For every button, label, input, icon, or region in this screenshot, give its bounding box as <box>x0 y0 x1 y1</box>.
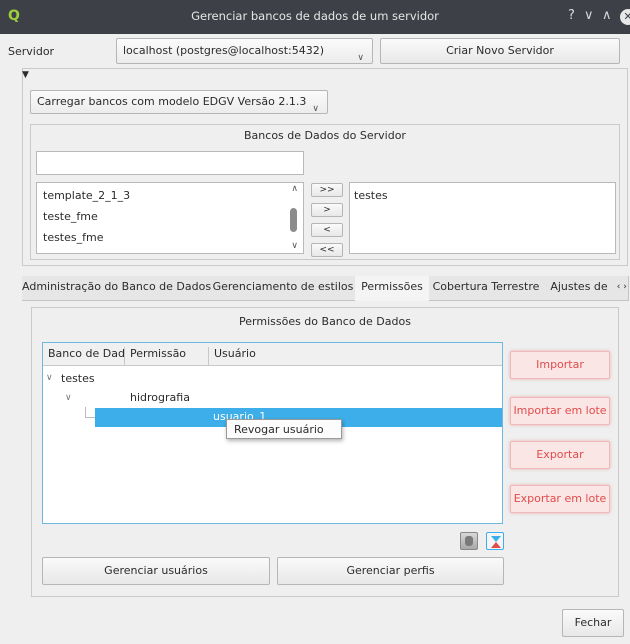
tab-style-management[interactable]: Gerenciamento de estilos <box>211 276 356 301</box>
server-select-value: localhost (postgres@localhost:5432) <box>123 44 325 57</box>
database-icon[interactable] <box>460 532 478 550</box>
create-server-button[interactable]: Criar Novo Servidor <box>380 38 620 64</box>
column-header-user[interactable]: Usuário <box>209 347 256 360</box>
tab-bar: Administração do Banco de Dados Gerencia… <box>22 276 629 301</box>
minimize-icon[interactable]: ∨ <box>584 8 594 24</box>
scroll-down-icon[interactable]: ∨ <box>291 241 298 251</box>
manage-profiles-button[interactable]: Gerenciar perfis <box>277 557 504 585</box>
available-databases-list[interactable]: template_2_1_3 teste_fme testes_fme ∧ ∨ <box>36 182 304 254</box>
server-databases-title: Bancos de Dados do Servidor <box>244 129 406 142</box>
tab-adjustments[interactable]: Ajustes de <box>543 276 616 301</box>
window-title: Gerenciar bancos de dados de um servidor <box>191 9 439 23</box>
scroll-up-icon[interactable]: ∧ <box>291 184 298 194</box>
hourglass-icon[interactable] <box>486 532 504 550</box>
model-select-value: Carregar bancos com modelo EDGV Versão 2… <box>37 95 307 108</box>
selected-databases-list[interactable]: testes <box>349 182 616 254</box>
column-header-permission[interactable]: Permissão <box>125 347 209 365</box>
context-menu: Revogar usuário <box>226 419 342 439</box>
close-window-icon[interactable]: ✕ <box>620 9 630 25</box>
tab-scroll-right-icon[interactable]: › <box>622 276 629 301</box>
server-label: Servidor <box>8 45 55 58</box>
tab-land-cover[interactable]: Cobertura Terrestre <box>429 276 544 301</box>
tree-item-permission[interactable]: hidrografia <box>130 391 190 404</box>
batch-export-button[interactable]: Exportar em lote <box>510 485 610 513</box>
export-button[interactable]: Exportar <box>510 441 610 469</box>
move-right-button[interactable]: > <box>311 203 343 217</box>
expand-arrow-icon[interactable]: ∨ <box>65 393 72 403</box>
list-item[interactable]: testes <box>354 189 388 202</box>
maximize-icon[interactable]: ∧ <box>602 8 612 24</box>
column-header-database[interactable]: Banco de Dad <box>43 347 125 365</box>
close-button[interactable]: Fechar <box>562 609 624 637</box>
scrollbar-thumb[interactable] <box>290 208 297 232</box>
tree-item-database[interactable]: testes <box>61 372 95 385</box>
tab-admin-database[interactable]: Administração do Banco de Dados <box>22 276 212 301</box>
permissions-title: Permissões do Banco de Dados <box>239 315 411 328</box>
revoke-user-menu-item[interactable]: Revogar usuário <box>234 423 324 436</box>
help-icon[interactable]: ? <box>568 8 575 24</box>
move-all-left-button[interactable]: << <box>311 243 343 257</box>
list-item[interactable]: testes_fme <box>43 231 103 244</box>
list-item[interactable]: teste_fme <box>43 210 98 223</box>
batch-import-button[interactable]: Importar em lote <box>510 397 610 425</box>
move-all-right-button[interactable]: >> <box>311 183 343 197</box>
chevron-down-icon: ∨ <box>357 53 364 63</box>
expand-arrow-icon[interactable]: ∨ <box>46 373 53 383</box>
title-bar: Q Gerenciar bancos de dados de um servid… <box>0 0 630 34</box>
manage-users-button[interactable]: Gerenciar usuários <box>42 557 270 585</box>
model-select[interactable]: Carregar bancos com modelo EDGV Versão 2… <box>30 90 328 114</box>
server-select[interactable]: localhost (postgres@localhost:5432) ∨ <box>116 38 373 64</box>
database-filter-input[interactable] <box>36 151 304 175</box>
collapse-arrow-icon[interactable]: ▼ <box>22 70 29 80</box>
chevron-down-icon: ∨ <box>312 104 319 114</box>
tab-permissions[interactable]: Permissões <box>355 276 430 301</box>
import-button[interactable]: Importar <box>510 351 610 379</box>
tree-header: Banco de Dad Permissão Usuário <box>43 343 502 366</box>
move-left-button[interactable]: < <box>311 223 343 237</box>
list-item[interactable]: template_2_1_3 <box>43 189 130 202</box>
